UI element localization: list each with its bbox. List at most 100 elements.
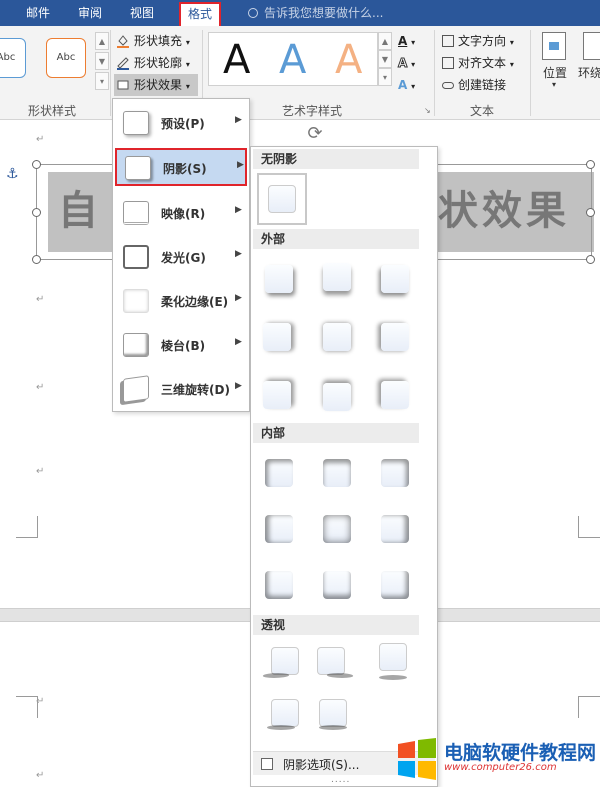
resize-handle[interactable] bbox=[32, 160, 41, 169]
submenu-arrow-icon: ▶ bbox=[235, 337, 242, 347]
shape-outline-label: 形状轮廓 bbox=[134, 56, 183, 70]
shadow-perspective-option[interactable] bbox=[375, 643, 419, 683]
shadow-perspective-option[interactable] bbox=[315, 699, 359, 733]
wrap-text-button[interactable]: 环绕 bbox=[578, 64, 600, 81]
section-header-no-shadow: 无阴影 bbox=[253, 149, 419, 169]
shape-style-thumb-2[interactable]: Abc bbox=[46, 38, 86, 78]
shadow-inner-option[interactable] bbox=[381, 459, 409, 487]
gallery-more-icon[interactable]: ▾ bbox=[95, 72, 109, 90]
menu-item-3d-rotation[interactable]: 三维旋转(D) ▶ bbox=[115, 369, 247, 409]
menu-item-label: 预设(P) bbox=[161, 117, 205, 131]
shape-fill-button[interactable]: 形状填充 ▾ bbox=[114, 30, 190, 52]
shadow-inner-option[interactable] bbox=[265, 459, 293, 487]
soft-edges-icon bbox=[123, 289, 149, 313]
dialog-launcher-icon[interactable]: ↘ bbox=[424, 106, 431, 115]
text-effects-button[interactable]: A ▾ bbox=[398, 74, 415, 96]
group-label-shape-styles: 形状样式 bbox=[28, 104, 77, 118]
text-direction-button[interactable]: 文字方向 ▾ bbox=[442, 30, 514, 52]
shape-effects-button[interactable]: 形状效果 ▾ bbox=[114, 74, 198, 96]
shadow-inner-option[interactable] bbox=[323, 571, 351, 599]
page-corner-mark bbox=[16, 696, 38, 718]
shadow-inner-option[interactable] bbox=[265, 571, 293, 599]
wordart-scroll-down-icon[interactable]: ▼ bbox=[378, 50, 392, 68]
shadow-gallery: 无阴影 外部 内部 透视 阴影选项(S)... ..... bbox=[250, 146, 438, 787]
menu-item-label: 发光(G) bbox=[161, 251, 206, 265]
wordart-scroll-up-icon[interactable]: ▲ bbox=[378, 32, 392, 50]
bevel-icon bbox=[123, 333, 149, 357]
resize-handle[interactable] bbox=[586, 255, 595, 264]
text-fill-button[interactable]: A ▾ bbox=[398, 30, 415, 52]
shadow-inner-option[interactable] bbox=[381, 515, 409, 543]
tab-mailings[interactable]: 邮件 bbox=[22, 0, 54, 26]
gallery-scroll-up-icon[interactable]: ▲ bbox=[95, 32, 109, 50]
paragraph-mark: ↵ bbox=[36, 466, 45, 477]
submenu-arrow-icon: ▶ bbox=[235, 205, 242, 215]
shadow-inner-option[interactable] bbox=[381, 571, 409, 599]
menu-item-soft-edges[interactable]: 柔化边缘(E) ▶ bbox=[115, 281, 247, 321]
wordart-more-icon[interactable]: ▾ bbox=[378, 68, 392, 86]
shadow-outer-option[interactable] bbox=[265, 265, 293, 293]
submenu-arrow-icon: ▶ bbox=[235, 249, 242, 259]
menu-item-label: 阴影(S) bbox=[163, 162, 207, 176]
shadow-inner-option[interactable] bbox=[265, 515, 293, 543]
create-link-label: 创建链接 bbox=[458, 78, 507, 92]
menu-item-bevel[interactable]: 棱台(B) ▶ bbox=[115, 325, 247, 365]
resize-grip-icon[interactable]: ..... bbox=[331, 775, 350, 785]
shadow-outer-option[interactable] bbox=[323, 383, 351, 411]
menu-item-preset[interactable]: 预设(P) ▶ bbox=[115, 103, 247, 143]
rotate-handle-icon[interactable]: ⟳ bbox=[305, 124, 325, 144]
resize-handle[interactable] bbox=[32, 255, 41, 264]
tab-view[interactable]: 视图 bbox=[126, 0, 158, 26]
shadow-preview-tile bbox=[319, 699, 347, 727]
shadow-none-option[interactable] bbox=[257, 173, 307, 225]
resize-handle[interactable] bbox=[32, 208, 41, 217]
shadow-outer-option[interactable] bbox=[323, 323, 351, 351]
text-direction-label: 文字方向 bbox=[458, 34, 507, 48]
shadow-outer-option[interactable] bbox=[381, 265, 409, 293]
wrap-text-icon bbox=[583, 32, 600, 60]
menu-item-glow[interactable]: 发光(G) ▶ bbox=[115, 237, 247, 277]
shadow-perspective-option[interactable] bbox=[315, 647, 359, 681]
anchor-icon[interactable]: ⚓ bbox=[6, 166, 19, 182]
group-label-wordart: 艺术字样式 bbox=[282, 104, 343, 118]
menu-item-shadow[interactable]: 阴影(S) ▶ bbox=[115, 148, 247, 186]
shadow-outer-option[interactable] bbox=[381, 381, 409, 409]
shadow-outer-option[interactable] bbox=[263, 323, 291, 351]
shadow-inner-option[interactable] bbox=[323, 515, 351, 543]
position-button[interactable]: 位置 bbox=[543, 64, 567, 81]
shadow-outer-option[interactable] bbox=[323, 263, 351, 291]
menu-item-reflection[interactable]: 映像(R) ▶ bbox=[115, 193, 247, 233]
create-link-button[interactable]: 创建链接 bbox=[442, 74, 506, 96]
resize-handle[interactable] bbox=[586, 208, 595, 217]
position-dropdown-icon[interactable]: ▾ bbox=[552, 80, 556, 89]
shadow-outer-option[interactable] bbox=[263, 381, 291, 409]
shape-outline-button[interactable]: 形状轮廓 ▾ bbox=[114, 52, 190, 74]
shadow-outer-option[interactable] bbox=[381, 323, 409, 351]
shadow-perspective-option[interactable] bbox=[260, 647, 307, 681]
resize-handle[interactable] bbox=[586, 160, 595, 169]
perspective-shadow-shape bbox=[260, 673, 292, 678]
shape-style-thumb-1[interactable]: Abc bbox=[0, 38, 26, 78]
align-text-button[interactable]: 对齐文本 ▾ bbox=[442, 52, 514, 74]
text-outline-button[interactable]: A ▾ bbox=[397, 52, 415, 74]
shadow-perspective-option[interactable] bbox=[263, 699, 307, 733]
group-label-text: 文本 bbox=[470, 104, 495, 118]
watermark-url: www.computer26.com bbox=[444, 762, 557, 773]
shadow-inner-option[interactable] bbox=[323, 459, 351, 487]
tell-me-placeholder: 告诉我您想要做什么... bbox=[264, 6, 384, 20]
wordart-sample-orange[interactable]: A bbox=[335, 35, 362, 85]
tell-me-box[interactable]: 告诉我您想要做什么... bbox=[248, 0, 383, 26]
wordart-sample-black[interactable]: A bbox=[223, 35, 250, 85]
tab-format[interactable]: 格式 bbox=[179, 2, 221, 26]
wordart-sample-blue[interactable]: A bbox=[279, 35, 306, 85]
glow-icon bbox=[123, 245, 149, 269]
menu-item-label: 柔化边缘(E) bbox=[161, 295, 229, 309]
shape-fill-label: 形状填充 bbox=[134, 34, 183, 48]
gallery-scroll-down-icon[interactable]: ▼ bbox=[95, 52, 109, 70]
reflection-icon bbox=[123, 201, 149, 225]
submenu-arrow-icon: ▶ bbox=[235, 115, 242, 125]
3d-rotation-icon bbox=[123, 375, 149, 403]
ribbon: Abc Abc ▲ ▼ ▾ 形状样式 形状填充 ▾ 形状轮廓 ▾ 形状效果 ▾ … bbox=[0, 26, 600, 120]
tab-review[interactable]: 审阅 bbox=[74, 0, 106, 26]
text-direction-icon bbox=[442, 35, 454, 47]
